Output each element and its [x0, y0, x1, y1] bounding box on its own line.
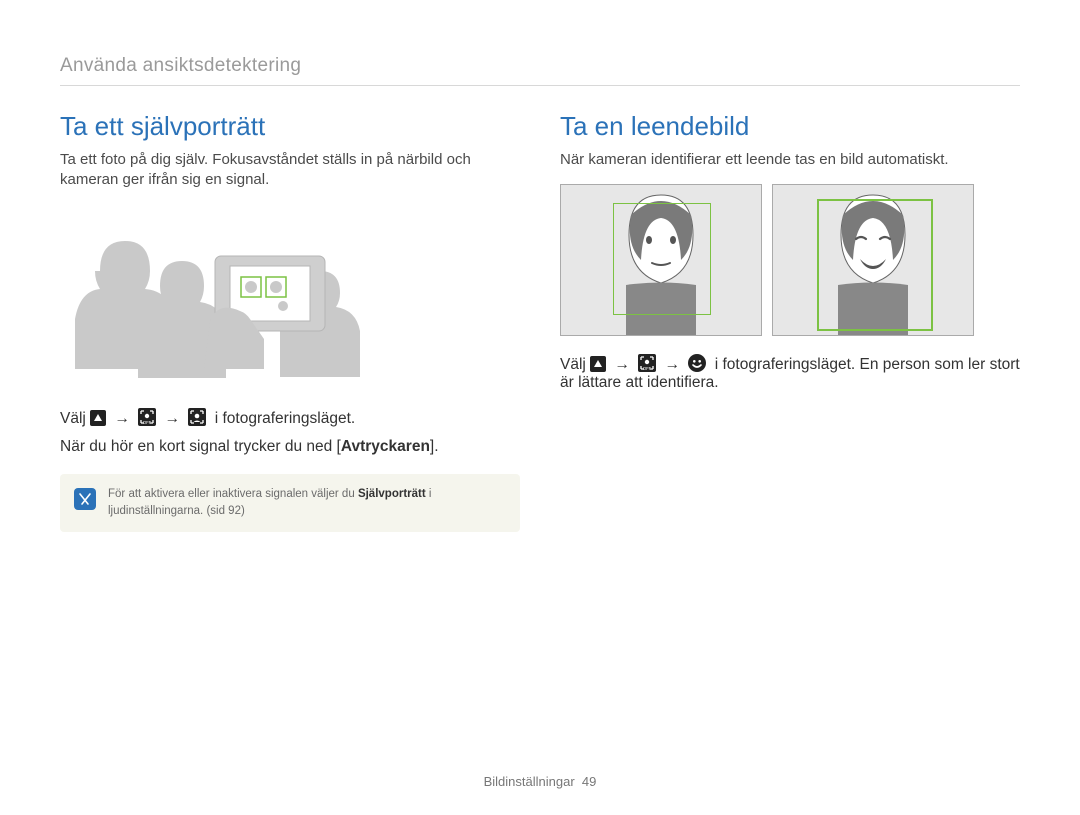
arrow-icon: →	[614, 356, 630, 373]
breadcrumb: Använda ansiktsdetektering	[60, 55, 1020, 86]
page-footer: Bildinställningar 49	[0, 774, 1080, 789]
left-section-title: Ta ett självporträtt	[60, 111, 520, 142]
note-icon	[74, 488, 96, 510]
right-intro: När kameran identifierar ett leende tas …	[560, 150, 1020, 170]
selfie-illustration	[60, 211, 390, 381]
footer-label: Bildinställningar	[484, 774, 575, 789]
left-step-1: Välj → OFF →	[60, 408, 520, 428]
note-text: För att aktivera eller inaktivera signal…	[108, 486, 506, 521]
left-step-2: När du hör en kort signal trycker du ned…	[60, 438, 520, 456]
right-column: Ta en leendebild När kameran identifiera…	[560, 111, 1020, 532]
face-detect-box-active	[817, 199, 933, 331]
svg-text:OFF: OFF	[643, 366, 652, 371]
smile-frame-neutral	[560, 184, 762, 336]
step2-pre: När du hör en kort signal trycker du ned…	[60, 438, 341, 455]
face-detect-off-icon: OFF	[138, 408, 156, 426]
arrow-icon: →	[165, 410, 181, 427]
step1-suffix: i fotograferingsläget.	[215, 410, 355, 427]
arrow-icon: →	[114, 410, 130, 427]
smile-illustration-pair	[560, 184, 1020, 336]
right-section-title: Ta en leendebild	[560, 111, 1020, 142]
footer-page-number: 49	[582, 774, 596, 789]
right-step: Välj → OFF →	[560, 354, 1020, 392]
smile-shot-icon	[688, 354, 706, 372]
face-detect-box	[613, 203, 711, 315]
left-intro: Ta ett foto på dig själv. Fokusavståndet…	[60, 150, 520, 191]
step2-post: ].	[430, 438, 439, 455]
manual-page: Använda ansiktsdetektering Ta ett självp…	[0, 0, 1080, 815]
step2-strong: Avtryckaren	[341, 438, 430, 455]
up-triangle-icon	[90, 410, 106, 426]
note-strong: Självporträtt	[358, 488, 426, 500]
svg-text:OFF: OFF	[143, 420, 152, 425]
self-portrait-icon	[188, 408, 206, 426]
smile-frame-smiling	[772, 184, 974, 336]
two-column-layout: Ta ett självporträtt Ta ett foto på dig …	[60, 111, 1020, 532]
step1-prefix: Välj	[60, 410, 86, 427]
right-step-prefix: Välj	[560, 356, 586, 373]
face-detect-off-icon: OFF	[638, 354, 656, 372]
up-triangle-icon	[590, 356, 606, 372]
arrow-icon: →	[665, 356, 681, 373]
left-column: Ta ett självporträtt Ta ett foto på dig …	[60, 111, 520, 532]
note-box: För att aktivera eller inaktivera signal…	[60, 474, 520, 533]
note-pre: För att aktivera eller inaktivera signal…	[108, 488, 358, 500]
